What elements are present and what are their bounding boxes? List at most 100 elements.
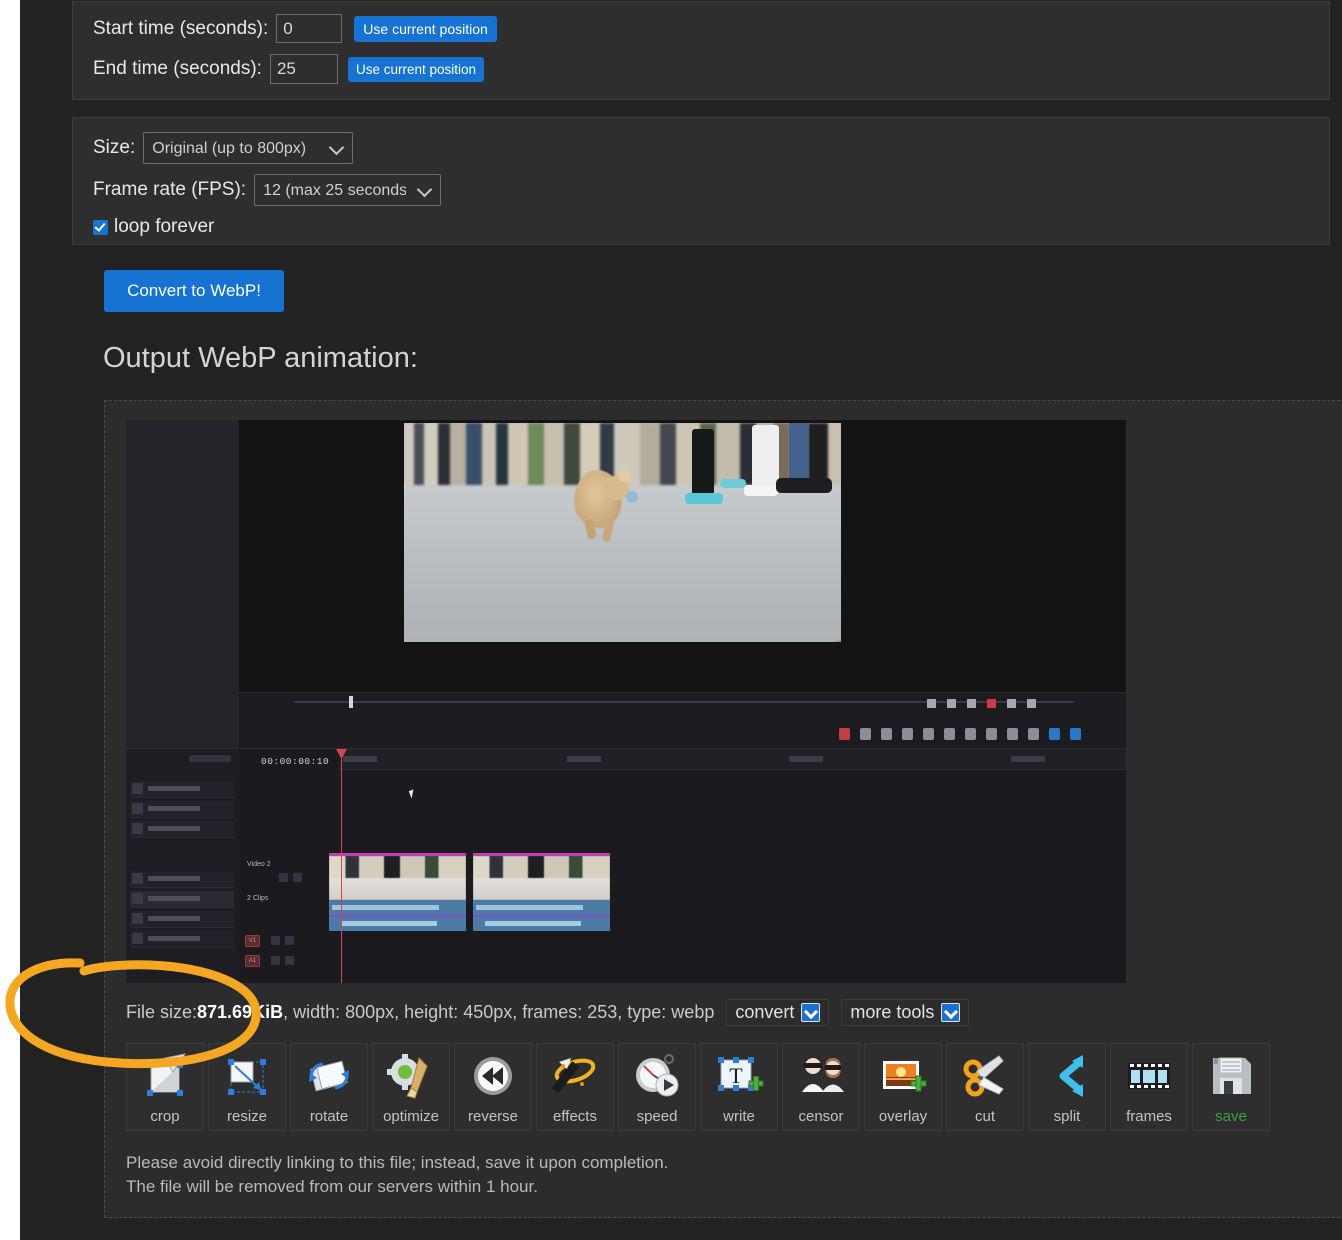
note-line-1: Please avoid directly linking to this fi… bbox=[126, 1153, 669, 1172]
tool-write[interactable]: T write bbox=[700, 1043, 778, 1131]
ripple-edit-tool-icon bbox=[881, 728, 892, 740]
output-heading: Output WebP animation: bbox=[103, 342, 418, 374]
tool-frames[interactable]: frames bbox=[1110, 1043, 1188, 1131]
rotate-icon bbox=[291, 1044, 367, 1108]
bin-item-thumb bbox=[132, 913, 143, 924]
page-background: Start time (seconds): Use current positi… bbox=[20, 0, 1342, 1240]
clip-count-label: 2 Clips bbox=[247, 895, 269, 902]
fps-select-wrapper: 12 (max 25 seconds) bbox=[254, 174, 442, 206]
more-tools-dropdown-link[interactable]: more tools bbox=[841, 999, 970, 1026]
stop-icon bbox=[967, 699, 976, 708]
crop-icon bbox=[127, 1044, 203, 1108]
tool-label: reverse bbox=[467, 1108, 519, 1125]
ruler-tick bbox=[567, 756, 601, 762]
blue-ball bbox=[626, 491, 638, 503]
start-time-input[interactable] bbox=[276, 14, 343, 43]
split-icon bbox=[1029, 1044, 1105, 1108]
program-transport-bar bbox=[239, 692, 1126, 723]
pedestrian-white-pants bbox=[752, 425, 779, 493]
tool-crop[interactable]: crop bbox=[126, 1043, 204, 1131]
razor-tool-icon bbox=[986, 728, 997, 740]
video-track-name: Video 2 bbox=[247, 861, 271, 868]
clip-name-bar bbox=[473, 900, 610, 916]
clip-name-text bbox=[476, 905, 583, 910]
program-monitor bbox=[239, 420, 1126, 692]
fps-row: Frame rate (FPS): 12 (max 25 seconds) bbox=[93, 174, 1329, 206]
output-settings-panel: Size: Original (up to 800px) Frame rate … bbox=[72, 117, 1330, 245]
zoom-tool-icon bbox=[1049, 728, 1060, 740]
bin-item-label bbox=[148, 936, 200, 941]
white-shoe bbox=[744, 485, 778, 496]
blue-shoe bbox=[685, 493, 723, 504]
tool-speed[interactable]: speed bbox=[618, 1043, 696, 1131]
tool-effects[interactable]: effects bbox=[536, 1043, 614, 1131]
timeline-tools bbox=[839, 728, 1081, 740]
tool-split[interactable]: split bbox=[1028, 1043, 1106, 1131]
tool-cut[interactable]: cut bbox=[946, 1043, 1024, 1131]
size-select-wrapper: Original (up to 800px) bbox=[143, 132, 354, 164]
track-select-tool-icon bbox=[860, 728, 871, 740]
audio-track-badge-text: A1 bbox=[248, 958, 257, 964]
bin-item-thumb bbox=[132, 803, 143, 814]
bin-item-label bbox=[148, 826, 200, 831]
pedestrian-jeans bbox=[789, 423, 809, 483]
bin-item-thumb bbox=[132, 783, 143, 794]
chevron-down-icon bbox=[941, 1003, 961, 1022]
tool-censor[interactable]: censor bbox=[782, 1043, 860, 1131]
timeline-audio-clip bbox=[473, 915, 610, 931]
file-size-prefix: File size: bbox=[126, 1002, 198, 1022]
bin-item-label bbox=[148, 786, 200, 791]
clip-thumbnail bbox=[329, 856, 466, 900]
export-frame-icon bbox=[1027, 699, 1036, 708]
fps-select[interactable]: 12 (max 25 seconds) bbox=[254, 174, 442, 206]
bin-item-label bbox=[148, 896, 200, 901]
size-select[interactable]: Original (up to 800px) bbox=[143, 132, 354, 164]
loop-forever-checkbox[interactable] bbox=[93, 219, 108, 235]
reverse-icon bbox=[455, 1044, 531, 1108]
edit-tools-toolbar: crop resize rotate optimize reverse effe… bbox=[126, 1043, 1270, 1131]
tool-overlay[interactable]: overlay bbox=[864, 1043, 942, 1131]
clip-name-text bbox=[332, 905, 439, 910]
plaza-ground bbox=[404, 483, 841, 642]
ruler-tick bbox=[789, 756, 823, 762]
tool-label: save bbox=[1215, 1108, 1247, 1125]
resize-icon bbox=[209, 1044, 285, 1108]
start-use-current-position-button[interactable]: Use current position bbox=[354, 15, 497, 42]
write-icon: T bbox=[701, 1044, 777, 1108]
track-toggle-icon bbox=[279, 873, 288, 882]
tool-label: effects bbox=[553, 1108, 597, 1125]
note-line-2: The file will be removed from our server… bbox=[126, 1177, 538, 1196]
convert-dropdown-label: convert bbox=[735, 1002, 795, 1022]
tool-reverse[interactable]: reverse bbox=[454, 1043, 532, 1131]
time-range-panel: Start time (seconds): Use current positi… bbox=[72, 1, 1330, 100]
bin-list-item bbox=[130, 821, 234, 838]
convert-dropdown-link[interactable]: convert bbox=[726, 999, 830, 1026]
bin-item-label bbox=[148, 916, 200, 921]
tool-label: rotate bbox=[309, 1108, 349, 1125]
audio-mute-icon bbox=[271, 956, 280, 965]
output-area: 00:00:00:10 Video 2 2 Clips V1 A1 File s… bbox=[104, 400, 1342, 1218]
tool-label: write bbox=[723, 1108, 755, 1125]
audio-clip-label bbox=[341, 921, 437, 926]
project-bin-panel bbox=[126, 748, 239, 983]
bin-item-label bbox=[148, 876, 200, 881]
convert-to-webp-button[interactable]: Convert to WebP! bbox=[104, 270, 284, 312]
timeline-panel: 00:00:00:10 Video 2 2 Clips V1 A1 bbox=[239, 748, 1126, 983]
tool-rotate[interactable]: rotate bbox=[290, 1043, 368, 1131]
size-row: Size: Original (up to 800px) bbox=[93, 132, 1329, 164]
rewind-icon bbox=[947, 699, 956, 708]
tool-label: frames bbox=[1126, 1108, 1172, 1125]
tool-label: split bbox=[1053, 1108, 1081, 1125]
speed-icon bbox=[619, 1044, 695, 1108]
tool-save[interactable]: save bbox=[1192, 1043, 1270, 1131]
tool-optimize[interactable]: optimize bbox=[372, 1043, 450, 1131]
clip-name-bar bbox=[329, 900, 466, 916]
tool-resize[interactable]: resize bbox=[208, 1043, 286, 1131]
footer-notes: Please avoid directly linking to this fi… bbox=[126, 1151, 668, 1199]
track-sync-icon bbox=[271, 936, 280, 945]
end-time-input[interactable] bbox=[269, 54, 338, 84]
end-use-current-position-button[interactable]: Use current position bbox=[347, 56, 485, 82]
webp-animation-preview[interactable]: 00:00:00:10 Video 2 2 Clips V1 A1 bbox=[126, 420, 1126, 983]
marker-icon bbox=[1070, 728, 1081, 740]
step-back-icon bbox=[927, 699, 936, 708]
